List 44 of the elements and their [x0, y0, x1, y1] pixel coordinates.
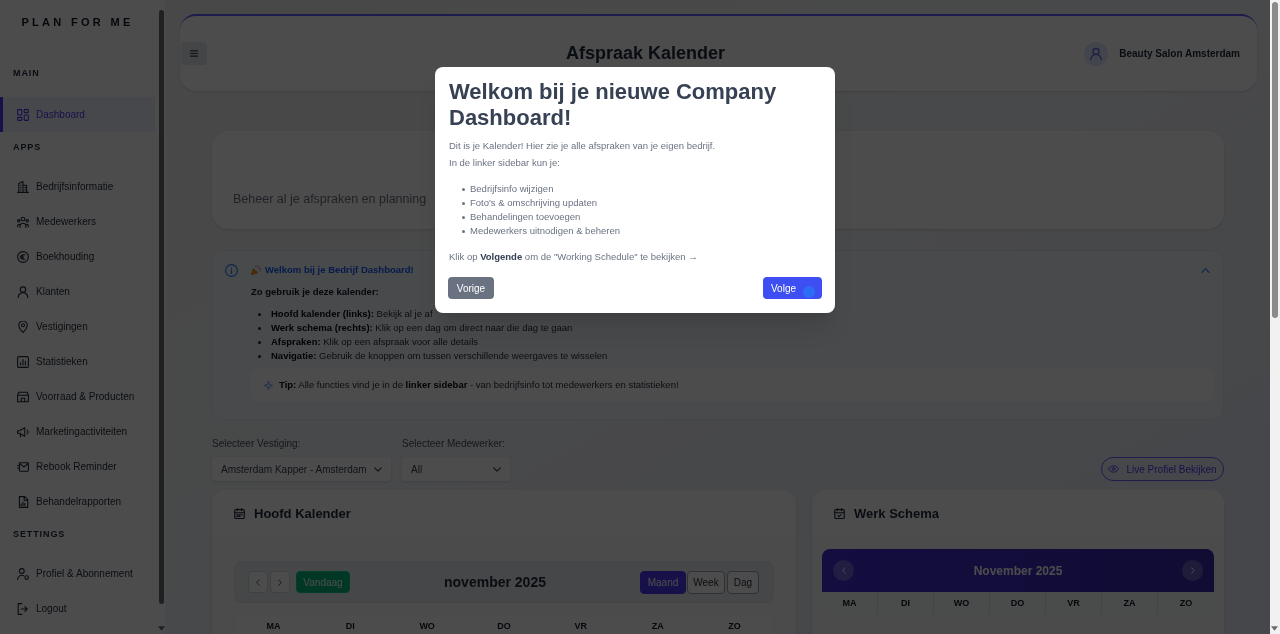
weekday-label: VR	[1067, 598, 1080, 609]
bullet-icon	[462, 187, 465, 191]
dialog-text: Klik op Volgende om de "Working Schedule" te bekijken →	[449, 250, 698, 264]
scrollbar-thumb[interactable]	[1272, 2, 1278, 318]
weekday-label: WO	[953, 598, 970, 609]
list-item: Medewerkers uitnodigen & beheren	[470, 223, 620, 238]
list-item: Foto's & omschrijving updaten	[470, 195, 597, 210]
dialog-text: In de linker sidebar kun je:	[449, 156, 560, 170]
dialog-title: Welkom bij je nieuwe Company Dashboard!	[449, 79, 778, 131]
weekday-label: DO	[497, 621, 511, 633]
scroll-down-arrow-icon	[1271, 626, 1278, 631]
bullet-icon	[462, 229, 465, 233]
previous-button[interactable]: Vorige	[448, 277, 494, 299]
account-name[interactable]: Beauty Salon Amsterdam	[1119, 46, 1240, 61]
cursor-dot-icon	[803, 286, 815, 298]
info-subtitle: Zo gebruik je deze kalender:	[251, 285, 379, 299]
info-title: Welkom bij je Bedrijf Dashboard!	[265, 262, 414, 277]
weekday-label: ZO	[728, 621, 741, 633]
section-heading: SETTINGS	[13, 529, 66, 539]
bullet-icon	[462, 201, 465, 205]
list-item: Behandelingen toevoegen	[470, 209, 581, 224]
dialog-text: Dit is je Kalender! Hier zie je alle afspraken van je eigen bedrijf.	[449, 139, 716, 153]
section-heading: MAIN	[13, 68, 40, 78]
weekday-label: MA	[266, 621, 281, 633]
weekday-label: DI	[345, 621, 355, 633]
bullet-icon	[462, 215, 465, 219]
card-title: Werk Schema	[854, 504, 940, 523]
next-button[interactable]: Volge	[763, 277, 822, 299]
weekday-label: WO	[419, 621, 435, 633]
section-heading: APPS	[13, 142, 42, 152]
month-title: november 2025	[444, 572, 546, 592]
weekday-label: ZA	[1123, 598, 1136, 609]
weekday-label: ZO	[1179, 598, 1193, 609]
weekday-label: MA	[842, 598, 857, 609]
logo: PLAN FOR ME	[21, 15, 134, 29]
card-title: Hoofd Kalender	[254, 504, 351, 523]
weekday-label: VR	[574, 621, 588, 633]
weekday-label: DI	[901, 598, 910, 609]
list-item: Bedrijfsinfo wijzigen	[470, 181, 554, 196]
page-title: Afspraak Kalender	[566, 42, 726, 65]
month-title: November 2025	[973, 562, 1063, 580]
weekday-label: ZA	[651, 621, 664, 633]
page-scrollbar[interactable]	[1270, 0, 1280, 634]
weekday-label: DO	[1010, 598, 1025, 609]
